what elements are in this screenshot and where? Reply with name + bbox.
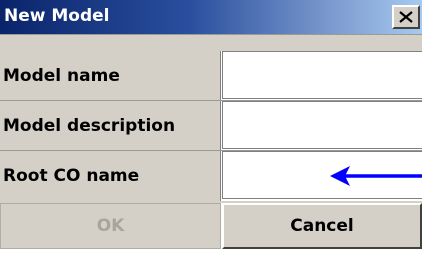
model-name-input[interactable] — [222, 51, 422, 99]
dialog-title: New Model — [4, 6, 110, 26]
cancel-button[interactable]: Cancel — [222, 203, 422, 249]
title-bar[interactable]: New Model — [0, 0, 422, 34]
close-x-icon — [399, 11, 413, 23]
model-description-input[interactable] — [222, 101, 422, 149]
new-model-dialog: New Model Model name Model description R… — [0, 0, 422, 261]
model-description-row: Model description — [0, 101, 422, 151]
model-description-label: Model description — [0, 101, 221, 151]
root-co-name-label: Root CO name — [0, 151, 221, 201]
model-name-row: Model name — [0, 51, 422, 101]
close-button[interactable] — [392, 5, 420, 29]
left-arrow-icon — [330, 166, 422, 186]
ok-button[interactable]: OK — [0, 203, 221, 249]
model-name-label: Model name — [0, 51, 221, 101]
title-gap — [0, 35, 422, 51]
